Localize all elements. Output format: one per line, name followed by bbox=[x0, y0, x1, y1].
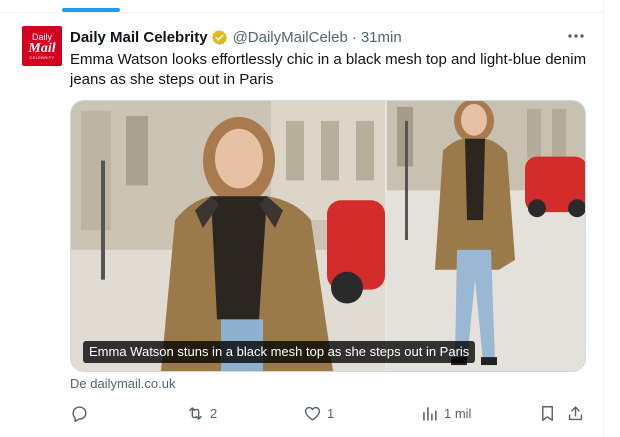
media-caption: Emma Watson stuns in a black mesh top as… bbox=[83, 341, 476, 363]
tweet-text: Emma Watson looks effortlessly chic in a… bbox=[70, 51, 587, 88]
views-icon bbox=[423, 407, 437, 421]
avatar-line-2: Mail bbox=[28, 40, 56, 56]
avatar-line-3: CELEBRITY bbox=[29, 54, 55, 60]
author-name[interactable]: Daily Mail Celebrity bbox=[70, 29, 208, 46]
retweet-button[interactable]: 2 bbox=[186, 404, 217, 423]
like-count: 1 bbox=[327, 406, 335, 421]
reply-button[interactable] bbox=[70, 404, 94, 423]
media-card[interactable]: Emma Watson stuns in a black mesh top as… bbox=[70, 100, 586, 372]
post-time[interactable]: 31min bbox=[361, 29, 402, 46]
views-button[interactable]: 1 mil bbox=[420, 404, 471, 423]
verified-badge-icon bbox=[211, 29, 227, 45]
like-icon bbox=[304, 406, 321, 421]
retweet-icon bbox=[189, 407, 202, 420]
separator-dot: · bbox=[351, 28, 357, 46]
photo-right[interactable] bbox=[387, 101, 586, 371]
like-button[interactable]: 1 bbox=[303, 404, 334, 423]
link-source[interactable]: De dailymail.co.uk bbox=[70, 376, 176, 391]
action-bar: 2 1 1 mil bbox=[70, 404, 590, 426]
photo-left[interactable] bbox=[71, 101, 385, 371]
column-border bbox=[603, 0, 604, 437]
more-options-icon[interactable] bbox=[565, 26, 587, 46]
retweet-count: 2 bbox=[210, 406, 218, 421]
bookmark-icon bbox=[542, 406, 553, 421]
share-button[interactable] bbox=[566, 404, 585, 423]
avatar[interactable]: Daily Mail CELEBRITY bbox=[22, 26, 62, 66]
views-count: 1 mil bbox=[444, 406, 472, 421]
author-handle[interactable]: @DailyMailCeleb bbox=[233, 29, 348, 46]
bookmark-button[interactable] bbox=[538, 404, 557, 423]
reply-icon bbox=[72, 406, 87, 423]
divider bbox=[0, 12, 603, 13]
tweet-header: Daily Mail Celebrity @DailyMailCeleb · 3… bbox=[70, 27, 402, 47]
share-icon bbox=[568, 406, 583, 421]
